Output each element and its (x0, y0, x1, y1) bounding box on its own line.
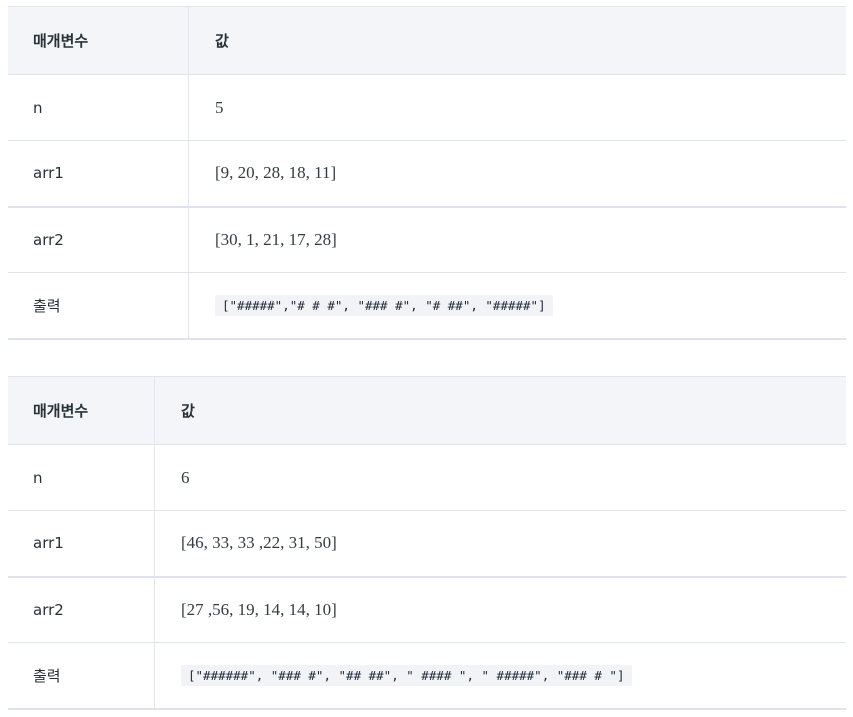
table-row: n 5 (8, 74, 846, 141)
header-param: 매개변수 (8, 376, 155, 445)
table-row: arr2 [27 ,56, 19, 14, 14, 10] (8, 576, 846, 643)
value-cell: 6 (154, 444, 846, 511)
header-param: 매개변수 (8, 6, 189, 75)
param-cell: 출력 (8, 642, 155, 710)
value-cell: 5 (188, 74, 846, 141)
param-cell: 출력 (8, 272, 189, 340)
value-text: [30, 1, 21, 17, 28] (215, 229, 337, 249)
table-row: 출력 ["######", "### #", "## ##", " #### "… (8, 642, 846, 710)
value-cell: [9, 20, 28, 18, 11] (188, 140, 846, 208)
table-header-row: 매개변수 값 (8, 376, 846, 445)
table-row: arr1 [46, 33, 33 ,22, 31, 50] (8, 510, 846, 578)
value-text: [9, 20, 28, 18, 11] (215, 163, 337, 183)
value-text: [27 ,56, 19, 14, 14, 10] (181, 599, 337, 619)
value-cell: ["#####","# # #", "### #", "# ##", "####… (188, 272, 846, 340)
param-cell: n (8, 74, 189, 141)
table-row: arr1 [9, 20, 28, 18, 11] (8, 140, 846, 208)
value-cell: ["######", "### #", "## ##", " #### ", "… (154, 642, 846, 710)
param-cell: arr2 (8, 576, 155, 643)
header-value: 값 (188, 6, 846, 75)
value-cell: [46, 33, 33 ,22, 31, 50] (154, 510, 846, 578)
param-cell: arr2 (8, 206, 189, 273)
table-row: 출력 ["#####","# # #", "### #", "# ##", "#… (8, 272, 846, 340)
header-value: 값 (154, 376, 846, 445)
table-row: arr2 [30, 1, 21, 17, 28] (8, 206, 846, 273)
example-table-2: 매개변수 값 n 6 arr1 [46, 33, 33 ,22, 31, 50]… (8, 376, 846, 710)
example-table-1: 매개변수 값 n 5 arr1 [9, 20, 28, 18, 11] arr2… (8, 6, 846, 340)
value-text: [46, 33, 33 ,22, 31, 50] (181, 533, 337, 553)
param-cell: arr1 (8, 140, 189, 208)
value-text: 5 (215, 97, 224, 117)
output-code: ["######", "### #", "## ##", " #### ", "… (181, 664, 632, 686)
value-cell: [27 ,56, 19, 14, 14, 10] (154, 576, 846, 643)
value-cell: [30, 1, 21, 17, 28] (188, 206, 846, 273)
value-text: 6 (181, 467, 190, 487)
output-code: ["#####","# # #", "### #", "# ##", "####… (215, 294, 553, 316)
table-header-row: 매개변수 값 (8, 6, 846, 75)
param-cell: n (8, 444, 155, 511)
table-row: n 6 (8, 444, 846, 511)
param-cell: arr1 (8, 510, 155, 578)
